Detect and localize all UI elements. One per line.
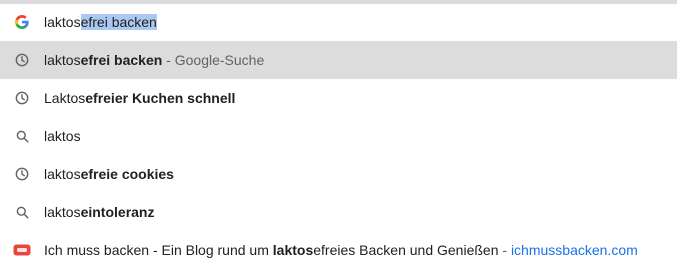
site-favicon-icon <box>0 231 44 267</box>
google-g-icon <box>0 4 44 40</box>
suggestion-row[interactable]: laktoseintoleranz <box>0 193 677 231</box>
suggestion-text: laktosefrei backen - Google-Suche <box>44 52 265 68</box>
autocomplete-selection: efrei backen <box>80 14 157 30</box>
suggestion-text: laktosefreie cookies <box>44 166 174 182</box>
omnibox-input-row[interactable]: laktosefrei backen <box>0 4 677 40</box>
suggestion-text: Ich muss backen - Ein Blog rund um lakto… <box>44 242 638 258</box>
omnibox-input[interactable]: laktosefrei backen <box>44 13 157 31</box>
search-icon <box>0 193 44 231</box>
suggestion-text: Laktosefreier Kuchen schnell <box>44 90 236 106</box>
clock-icon <box>0 79 44 117</box>
clock-icon <box>0 155 44 193</box>
suggestion-text: laktoseintoleranz <box>44 204 155 220</box>
suggestion-text: laktos <box>44 128 81 144</box>
search-icon <box>0 117 44 155</box>
suggestion-row[interactable]: laktosefreie cookies <box>0 155 677 193</box>
omnibox-dropdown: laktosefrei backen laktosefrei backen - … <box>0 0 677 267</box>
suggestion-row-selected[interactable]: laktosefrei backen - Google-Suche <box>0 41 677 79</box>
clock-icon <box>0 41 44 79</box>
typed-text: laktos <box>44 14 81 30</box>
suggestion-row-site[interactable]: Ich muss backen - Ein Blog rund um lakto… <box>0 231 677 267</box>
site-url: ichmussbacken.com <box>510 242 638 258</box>
suggestion-row[interactable]: laktos <box>0 117 677 155</box>
suggestion-row[interactable]: Laktosefreier Kuchen schnell <box>0 79 677 117</box>
